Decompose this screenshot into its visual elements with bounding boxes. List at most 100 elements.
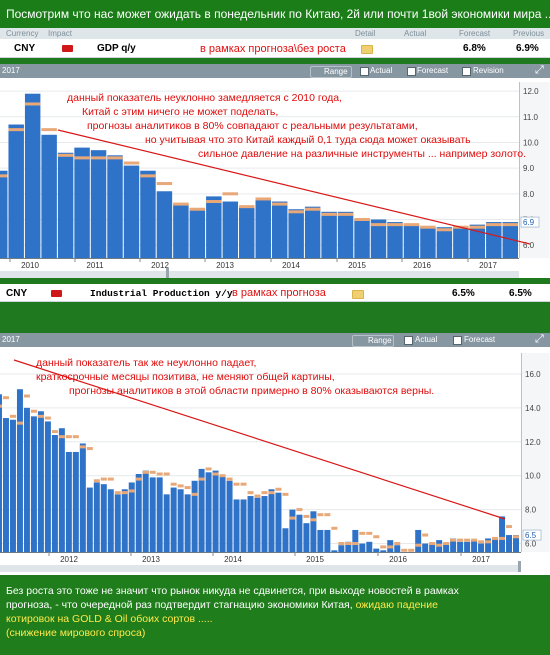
expand-icon[interactable]: ⤢ (535, 333, 544, 346)
headline-banner: Посмотрим что нас может ожидать в понеде… (0, 0, 550, 28)
last-value-label: 6.9 (523, 218, 535, 227)
forecast-marker (72, 435, 79, 439)
forecast-marker (255, 197, 271, 201)
actual-bar (359, 543, 366, 552)
actual-bar (107, 155, 123, 258)
forecast-marker (9, 414, 16, 418)
actual-bar (44, 421, 51, 552)
forecast-marker (261, 491, 268, 495)
revision-checkbox[interactable] (462, 67, 471, 76)
actual-bar (37, 411, 44, 552)
actual-bar (170, 487, 177, 552)
actual-label: Actual (415, 335, 438, 344)
range-button[interactable]: Range (352, 335, 394, 347)
forecast-marker (247, 491, 254, 495)
forecast-value: 6.8% (463, 43, 486, 54)
navigator-handle (166, 268, 169, 278)
y-axis-panel (521, 353, 550, 552)
forecast-marker (173, 202, 189, 206)
actual-bar (464, 541, 471, 552)
actual-bar (288, 209, 304, 258)
forecast-marker (44, 416, 51, 420)
actual-bar (212, 470, 219, 552)
actual-bar (499, 516, 506, 552)
forecast-marker (352, 542, 359, 546)
footer-highlight-line: котировок на GOLD & Oil обоих сортов ...… (6, 613, 213, 625)
forecast-marker (0, 404, 2, 408)
range-button[interactable]: Range (310, 66, 352, 78)
event-row-gdp[interactable]: CNY GDP q/y в рамках прогноза\без роста … (0, 39, 550, 58)
forecast-marker (436, 543, 443, 547)
actual-bar (478, 543, 485, 552)
actual-bar (261, 496, 268, 552)
x-tick-label: 2017 (472, 555, 490, 564)
forecast-marker (401, 548, 408, 552)
x-tick-label: 2017 (479, 261, 497, 270)
actual-bar (156, 477, 163, 552)
actual-bar (352, 529, 359, 552)
folder-icon[interactable] (361, 45, 373, 54)
actual-bar (74, 147, 90, 258)
y-tick-label: 16.0 (525, 370, 541, 379)
forecast-checkbox[interactable] (453, 336, 462, 345)
forecast-marker (373, 535, 380, 539)
forecast-marker (469, 225, 486, 229)
actual-bar (2, 418, 9, 552)
folder-icon[interactable] (352, 290, 364, 299)
actual-checkbox[interactable] (360, 67, 369, 76)
header-impact: Impact (48, 29, 73, 38)
actual-bar (149, 477, 156, 552)
actual-bar (453, 227, 469, 258)
expand-icon[interactable]: ⤢ (535, 64, 544, 77)
forecast-marker (289, 516, 296, 520)
actual-bar (121, 489, 128, 552)
forecast-marker (170, 482, 177, 486)
actual-bar (492, 538, 499, 552)
navigator-strip (0, 565, 521, 572)
actual-bar (303, 523, 310, 552)
event-title[interactable]: Industrial Production y/y (90, 288, 233, 299)
forecast-checkbox[interactable] (407, 67, 416, 76)
actual-bar (275, 492, 282, 552)
y-tick-label: 12.0 (525, 438, 541, 447)
calendar-column-header: Currency Impact Detail Actual Forecast P… (0, 28, 550, 39)
forecast-marker (394, 542, 401, 546)
actual-bar (247, 496, 254, 552)
forecast-marker (457, 538, 464, 542)
actual-bar (222, 201, 239, 258)
forecast-marker (93, 479, 100, 483)
chart-year-label: 2017 (2, 66, 20, 75)
previous-value: 6.9% (516, 43, 539, 54)
actual-bar (422, 543, 429, 552)
y-tick-label: 14.0 (525, 404, 541, 413)
forecast-marker (191, 492, 198, 496)
y-tick-label: 10.0 (525, 472, 541, 481)
navigator-handle (518, 561, 521, 572)
actual-bar (304, 206, 321, 258)
actual-checkbox[interactable] (404, 336, 413, 345)
event-row-industrial-production[interactable]: CNY Industrial Production y/y в рамках п… (0, 284, 550, 302)
actual-bar (51, 435, 58, 552)
actual-bar (140, 170, 156, 258)
forecast-marker (338, 542, 345, 546)
event-note: в рамках прогноза\без роста (200, 43, 346, 55)
forecast-marker (254, 494, 261, 498)
y-tick-label: 8.0 (523, 190, 535, 199)
actual-bar (86, 487, 93, 552)
actual-bar (268, 489, 275, 552)
event-title[interactable]: GDP q/y (97, 43, 136, 54)
forecast-marker (436, 228, 453, 232)
forecast-marker (275, 487, 282, 491)
actual-bar (373, 548, 380, 552)
footer-highlight: ожидаю падение (355, 599, 438, 611)
actual-bar (282, 528, 289, 552)
forecast-marker (240, 482, 247, 486)
forecast-marker (443, 542, 450, 546)
actual-bar (289, 509, 296, 552)
actual-bar (324, 529, 331, 552)
footer-text: прогноза, - что очередной раз подтвердит… (6, 599, 356, 611)
actual-bar (457, 541, 464, 552)
forecast-marker (288, 210, 304, 214)
forecast-marker (0, 174, 8, 178)
navigator-strip (0, 271, 519, 278)
